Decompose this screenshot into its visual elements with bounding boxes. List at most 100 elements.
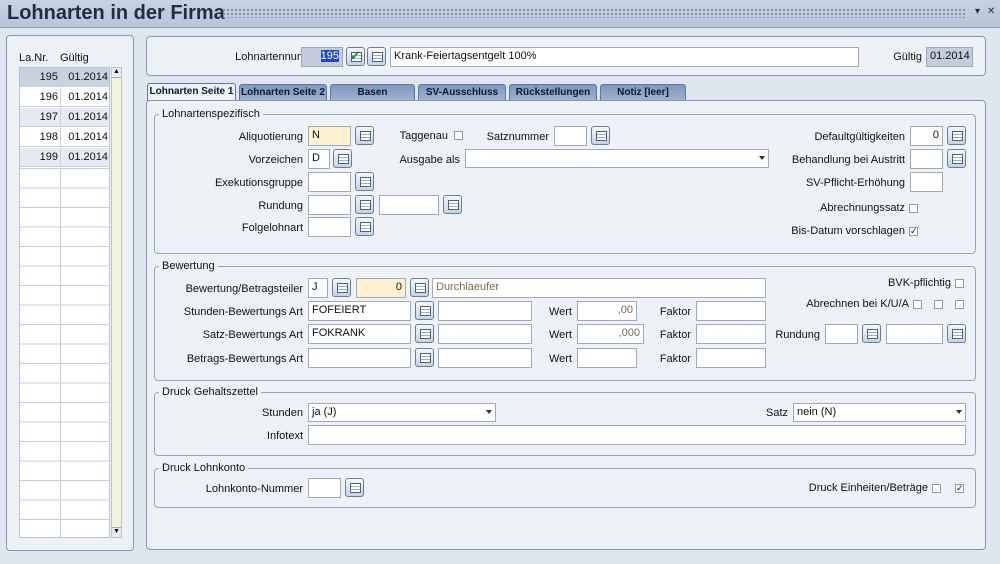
betragsteiler-lookup-button[interactable] (332, 278, 351, 297)
lohnart-name-input[interactable]: Krank-Feiertagsentgelt 100% (390, 47, 859, 67)
tab-rueckstellungen[interactable]: Rückstellungen (509, 84, 597, 100)
betragsteiler-number-lookup-button[interactable] (410, 278, 429, 297)
scroll-up-icon[interactable]: ▲ (112, 68, 121, 78)
druck-betraege-checkbox[interactable]: ✓ (955, 484, 964, 493)
exekutionsgruppe-input[interactable] (308, 172, 351, 192)
bvk-pflichtig-label: BVK-pflichtig (888, 277, 951, 289)
betrags-faktor-label: Faktor (659, 353, 691, 365)
list-table: 195 01.2014 196 01.2014 197 01.2014 198 01.2… (19, 67, 110, 538)
ausgabe-als-select[interactable] (465, 149, 769, 168)
table-row[interactable]: 196 01.2014 (20, 88, 109, 107)
vorzeichen-input[interactable]: D (308, 149, 330, 169)
scroll-down-icon[interactable]: ▼ (112, 527, 121, 537)
table-row[interactable]: 198 01.2014 (20, 128, 109, 147)
minimize-icon[interactable]: ▾ (975, 6, 980, 17)
stunden-faktor-input[interactable] (696, 301, 766, 321)
aliquotierung-lookup-button[interactable] (355, 126, 374, 145)
stunden-bewertung-input[interactable]: FOFEIERT (308, 301, 411, 321)
kua-k-checkbox[interactable] (913, 300, 922, 309)
tab-notiz[interactable]: Notiz [leer] (600, 84, 686, 100)
sv-pflicht-label: SV-Pflicht-Erhöhung (805, 177, 905, 189)
bvk-pflichtig-checkbox[interactable] (955, 279, 964, 288)
folgelohnart-input[interactable] (308, 217, 351, 237)
abrechnungssatz-checkbox[interactable] (909, 204, 918, 213)
table-row[interactable]: 197 01.2014 (20, 108, 109, 127)
bewertung-rundung-text-input[interactable] (886, 324, 943, 344)
druck-stunden-label: Stunden (262, 407, 303, 419)
betrags-bewertung-input[interactable] (308, 348, 411, 368)
stunden-bewertung-text-input[interactable] (438, 301, 532, 321)
druck-einheiten-checkbox[interactable] (932, 484, 941, 493)
druck-lohnkonto-legend: Druck Lohnkonto (162, 462, 246, 474)
satz-bewertung-input[interactable]: FOKRANK (308, 324, 411, 344)
bewertung-rundung-text-lookup-button[interactable] (947, 324, 966, 343)
defaultgueltigkeiten-lookup-button[interactable] (947, 126, 966, 145)
satz-bewertung-lookup-button[interactable] (415, 324, 434, 343)
satz-faktor-input[interactable] (696, 324, 766, 344)
stunden-wert-input[interactable]: ,00 (577, 301, 637, 321)
abrechnungssatz-label: Abrechnungssatz (820, 202, 905, 214)
table-row[interactable]: 199 01.2014 (20, 148, 109, 167)
austritt-lookup-button[interactable] (947, 149, 966, 168)
exekutionsgruppe-lookup-button[interactable] (355, 172, 374, 191)
betrags-faktor-input[interactable] (696, 348, 766, 368)
tab-basen[interactable]: Basen (330, 84, 415, 100)
aliquotierung-input[interactable]: N (308, 126, 351, 146)
taggenau-label: Taggenau (399, 130, 448, 142)
close-icon[interactable]: ✕ (987, 6, 995, 17)
kua-a-checkbox[interactable] (955, 300, 964, 309)
lohnkonto-nummer-input[interactable] (308, 478, 341, 498)
lookup-button[interactable] (367, 47, 386, 66)
stunden-bewertung-lookup-button[interactable] (415, 301, 434, 320)
sv-pflicht-input[interactable] (910, 172, 943, 192)
betrags-bewertung-lookup-button[interactable] (415, 348, 434, 367)
defaultgueltigkeiten-input[interactable]: 0 (910, 126, 943, 146)
satznummer-input[interactable] (554, 126, 587, 146)
lohnkonto-nummer-lookup-button[interactable] (345, 478, 364, 497)
rundung-text-input[interactable] (379, 195, 439, 215)
betrags-wert-input[interactable] (577, 348, 637, 368)
bewertung-rundung-lookup-button[interactable] (862, 324, 881, 343)
tab-sv-ausschluss[interactable]: SV-Ausschluss (418, 84, 506, 100)
betrags-bewertung-label: Betrags-Bewertungs Art (186, 353, 303, 365)
folgelohnart-lookup-button[interactable] (355, 217, 374, 236)
satznummer-label: Satznummer (486, 131, 549, 143)
rundung-input[interactable] (308, 195, 351, 215)
betrags-bewertung-text-input[interactable] (438, 348, 532, 368)
defaultgueltigkeiten-label: Defaultgültigkeiten (814, 131, 905, 143)
satznummer-lookup-button[interactable] (591, 126, 610, 145)
exekutionsgruppe-label: Exekutionsgruppe (214, 177, 303, 189)
rundung-lookup-button[interactable] (355, 195, 374, 214)
gueltig-label: Gültig (893, 51, 922, 63)
stunden-faktor-label: Faktor (659, 306, 691, 318)
tab-lohnarten-seite-2[interactable]: Lohnarten Seite 2 (239, 84, 327, 100)
header-panel: Lohnartennummer 195 ✓ Krank-Feiertagsent… (146, 36, 986, 76)
taggenau-checkbox[interactable] (454, 131, 463, 140)
tab-lohnarten-seite-1[interactable]: Lohnarten Seite 1 (147, 83, 236, 101)
betragsteiler-text-input[interactable]: Durchlaeufer (432, 278, 766, 298)
druck-satz-select[interactable]: nein (N) (793, 403, 966, 422)
vorzeichen-lookup-button[interactable] (333, 149, 352, 168)
bewertung-rundung-input[interactable] (825, 324, 858, 344)
chevron-down-icon (759, 156, 765, 160)
table-row[interactable]: 195 01.2014 (20, 68, 109, 87)
betrags-wert-label: Wert (548, 353, 572, 365)
kua-u-checkbox[interactable] (934, 300, 943, 309)
betragsteiler-label: Bewertung/Betragsteiler (185, 283, 303, 295)
lohnkonto-nummer-label: Lohnkonto-Nummer (205, 483, 303, 495)
lohnartennummer-input[interactable]: 195 (301, 47, 343, 67)
austritt-input[interactable] (910, 149, 943, 169)
confirm-check-button[interactable]: ✓ (346, 47, 365, 66)
rundung-text-lookup-button[interactable] (443, 195, 462, 214)
satz-wert-input[interactable]: ,000 (577, 324, 644, 344)
bis-datum-checkbox[interactable]: ✓ (909, 227, 918, 236)
gueltig-input[interactable]: 01.2014 (926, 47, 973, 67)
druck-stunden-select[interactable]: ja (J) (308, 403, 496, 422)
betragsteiler-input[interactable]: J (308, 278, 328, 298)
betragsteiler-number-input[interactable]: 0 (356, 278, 406, 298)
infotext-label: Infotext (266, 430, 303, 442)
infotext-input[interactable] (308, 425, 966, 445)
rundung-label: Rundung (258, 200, 303, 212)
list-scrollbar[interactable]: ▲ ▼ (111, 67, 122, 538)
satz-bewertung-text-input[interactable] (438, 324, 532, 344)
